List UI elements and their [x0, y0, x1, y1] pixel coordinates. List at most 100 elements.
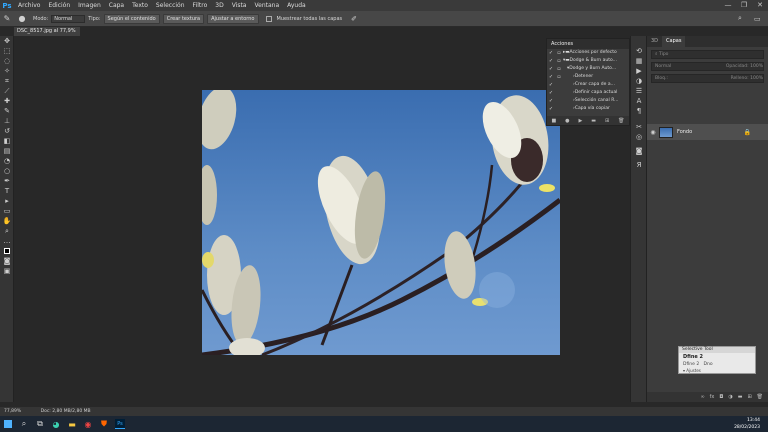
history-brush-icon[interactable]: ↺: [0, 126, 14, 136]
minimize-button[interactable]: —: [720, 0, 736, 11]
plugin-icon[interactable]: ◙: [631, 146, 647, 156]
layer-name[interactable]: Fondo: [677, 129, 692, 135]
dialog-icon[interactable]: ▫: [555, 65, 563, 73]
stop-icon[interactable]: ■: [551, 118, 556, 124]
move-tool-icon[interactable]: ✥: [0, 36, 14, 46]
check-icon[interactable]: ✓: [547, 65, 555, 73]
content-aware-button[interactable]: Según el contenido: [103, 13, 160, 24]
system-clock[interactable]: 13:44 28/02/2023: [734, 417, 760, 431]
gradient-tool-icon[interactable]: ▤: [0, 146, 14, 156]
dialog-icon[interactable]: ▫: [555, 57, 563, 65]
history-icon[interactable]: ⟲: [631, 46, 647, 56]
group-icon[interactable]: ▬: [738, 394, 743, 400]
properties-icon[interactable]: ☰: [631, 86, 647, 96]
selective-tool-sub1b[interactable]: Dno: [704, 362, 713, 367]
visibility-eye-icon[interactable]: ◉: [647, 129, 659, 136]
action-row[interactable]: ✓ › Crear capa de a...: [547, 81, 629, 89]
layer-filter-input[interactable]: ⌕ Tipo: [651, 50, 764, 59]
search-icon[interactable]: ⌕: [16, 416, 32, 432]
menu-vista[interactable]: Vista: [228, 2, 251, 9]
shape-tool-icon[interactable]: ▭: [0, 206, 14, 216]
swatches-icon[interactable]: ▦: [631, 56, 647, 66]
action-row[interactable]: ✓ ▫ ▾▬ Dodge & Burn auto...: [547, 57, 629, 65]
eraser-tool-icon[interactable]: ◧: [0, 136, 14, 146]
screen-mode-icon[interactable]: ▣: [0, 266, 14, 276]
pen-tool-icon[interactable]: ✒: [0, 176, 14, 186]
task-view-icon[interactable]: ⧉: [32, 416, 48, 432]
new-action-icon[interactable]: ⊞: [605, 118, 609, 124]
brave-icon[interactable]: ⛊: [96, 416, 112, 432]
fx-icon[interactable]: fx: [710, 394, 715, 400]
zoom-tool-icon[interactable]: ⌕: [0, 226, 14, 236]
path-select-icon[interactable]: ▸: [0, 196, 14, 206]
more-tools-icon[interactable]: …: [0, 236, 14, 246]
tools-preset-icon[interactable]: ✂: [631, 122, 647, 132]
character-icon[interactable]: A: [631, 96, 647, 106]
glyph-icon[interactable]: Я: [631, 160, 647, 170]
delete-layer-icon[interactable]: 🗑: [757, 394, 763, 400]
menu-filtro[interactable]: Filtro: [189, 2, 212, 9]
adjustments-icon[interactable]: ◑: [631, 76, 647, 86]
healing-tool-icon[interactable]: ✚: [0, 96, 14, 106]
stamp-tool-icon[interactable]: ⊥: [0, 116, 14, 126]
menu-ayuda[interactable]: Ayuda: [283, 2, 310, 9]
menu-texto[interactable]: Texto: [128, 2, 152, 9]
action-row[interactable]: ✓ › Definir capa actual: [547, 89, 629, 97]
edge-icon[interactable]: ◕: [48, 416, 64, 432]
workspace-icon[interactable]: ▭: [754, 15, 761, 23]
file-explorer-icon[interactable]: ▬: [64, 416, 80, 432]
menu-seleccion[interactable]: Selección: [152, 2, 189, 9]
quick-select-tool-icon[interactable]: ✧: [0, 66, 14, 76]
brush-preset-icon[interactable]: ●: [14, 14, 30, 23]
lasso-tool-icon[interactable]: ◌: [0, 56, 14, 66]
zoom-level[interactable]: 77,89%: [0, 409, 21, 414]
menu-3d[interactable]: 3D: [211, 2, 227, 9]
channels-icon[interactable]: ◎: [631, 132, 647, 142]
document-image[interactable]: [202, 90, 560, 355]
opacity-value[interactable]: 100%: [750, 64, 763, 69]
action-row[interactable]: ✓ › Selección canal R...: [547, 97, 629, 105]
new-layer-icon[interactable]: ⊞: [747, 394, 751, 400]
windows-start-icon[interactable]: [0, 416, 16, 432]
check-icon[interactable]: ✓: [547, 81, 555, 89]
pressure-icon[interactable]: ✐: [351, 15, 357, 23]
check-icon[interactable]: ✓: [547, 105, 555, 113]
sample-all-checkbox[interactable]: [265, 15, 272, 22]
chrome-icon[interactable]: ◉: [80, 416, 96, 432]
menu-edicion[interactable]: Edición: [44, 2, 74, 9]
trash-icon[interactable]: 🗑: [618, 118, 624, 124]
healing-brush-icon[interactable]: ✎: [0, 14, 14, 23]
dodge-tool-icon[interactable]: ○: [0, 166, 14, 176]
menu-archivo[interactable]: Archivo: [14, 2, 44, 9]
new-set-icon[interactable]: ▬: [591, 118, 596, 124]
marquee-tool-icon[interactable]: ⬚: [0, 46, 14, 56]
link-icon[interactable]: ∞: [700, 394, 704, 400]
crop-tool-icon[interactable]: ⌗: [0, 76, 14, 86]
doc-size[interactable]: Doc: 2,80 MB/2,80 MB: [23, 409, 91, 414]
dialog-icon[interactable]: ▫: [555, 49, 563, 57]
type-tool-icon[interactable]: T: [0, 186, 14, 196]
fill-value[interactable]: 100%: [750, 76, 763, 81]
actions-icon[interactable]: ▶: [631, 66, 647, 76]
action-row[interactable]: ✓ › Capa vía copiar: [547, 105, 629, 113]
create-texture-button[interactable]: Crear textura: [162, 13, 205, 24]
blur-tool-icon[interactable]: ◔: [0, 156, 14, 166]
dialog-icon[interactable]: ▫: [555, 73, 563, 81]
selective-tool-name[interactable]: Dfine 2: [679, 353, 755, 361]
quick-mask-icon[interactable]: ◙: [0, 256, 14, 266]
check-icon[interactable]: ✓: [547, 89, 555, 97]
action-row[interactable]: ✓ ▫ ▸▬ Acciones por defecto: [547, 49, 629, 57]
check-icon[interactable]: ✓: [547, 49, 555, 57]
search-icon[interactable]: ⌕: [738, 14, 742, 23]
document-tab[interactable]: DSC_8517.jpg al 77,9% (RGB/8) ×: [14, 27, 80, 43]
color-swatches-icon[interactable]: [0, 246, 14, 256]
play-icon[interactable]: ▶: [578, 118, 582, 124]
menu-capa[interactable]: Capa: [105, 2, 128, 9]
brush-tool-icon[interactable]: ✎: [0, 106, 14, 116]
proximity-match-button[interactable]: Ajustar a entorno: [207, 13, 259, 24]
maximize-button[interactable]: ❐: [736, 0, 752, 11]
photoshop-taskbar-icon[interactable]: Ps: [112, 416, 128, 432]
tab-3d[interactable]: 3D: [647, 36, 662, 47]
hand-tool-icon[interactable]: ✋: [0, 216, 14, 226]
paragraph-icon[interactable]: ¶: [631, 106, 647, 116]
